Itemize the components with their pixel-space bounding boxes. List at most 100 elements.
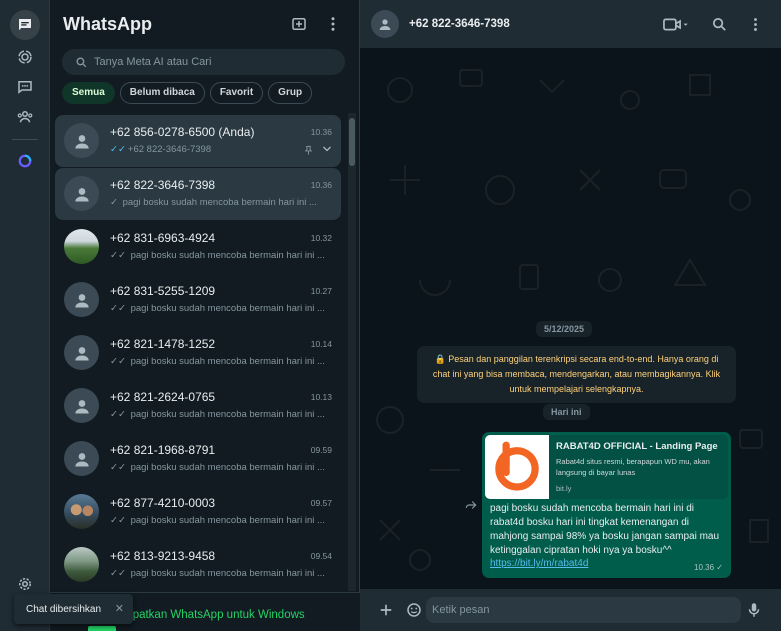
rail-divider [12,139,38,140]
scrollbar-thumb[interactable] [349,118,355,166]
read-receipt-icon: ✓✓ [110,144,126,155]
message-text: pagi bosku sudah mencoba bermain hari in… [490,503,720,556]
chat-row[interactable]: +62 877-4210-0003 09.57 ✓✓ pagi bosku su… [55,486,341,538]
close-icon[interactable]: ✕ [115,602,124,615]
new-chat-icon[interactable] [289,14,309,34]
search-input[interactable]: Tanya Meta AI atau Cari [62,49,345,75]
chat-list-header: WhatsApp [50,0,359,48]
sent-tick-icon: ✓ [110,197,118,208]
status-icon[interactable] [10,42,40,72]
chat-preview: ✓✓ pagi bosku sudah mencoba bermain hari… [110,250,325,261]
chat-name: +62 813-9213-9458 [110,549,216,563]
filter-unread[interactable]: Belum dibaca [119,82,205,104]
chat-row[interactable]: +62 821-1478-1252 10.14 ✓✓ pagi bosku su… [55,327,341,379]
conversation-panel: +62 822-3646-7398 5/12/2025 🔒 Pesan dan … [360,0,781,631]
compose-bar [360,589,781,631]
emoji-sticker-icon[interactable] [404,600,424,620]
double-tick-icon: ✓✓ [110,303,126,314]
conversation-header: +62 822-3646-7398 [360,0,781,48]
chat-row[interactable]: +62 822-3646-7398 10.36 ✓ pagi bosku sud… [55,168,341,220]
chat-name: +62 831-6963-4924 [110,231,216,245]
toast-text: Chat dibersihkan [26,603,102,615]
chat-time: 10.13 [310,392,332,402]
avatar [64,494,99,529]
chats-icon[interactable] [10,10,40,40]
link-preview-logo [485,435,549,499]
meta-ai-icon[interactable] [10,146,40,176]
search-icon [68,49,94,75]
video-call-icon[interactable] [660,16,690,33]
menu-icon[interactable] [747,16,764,33]
conversation-title[interactable]: +62 822-3646-7398 [409,18,510,30]
message-input[interactable] [426,597,741,623]
date-separator: 5/12/2025 [536,321,593,337]
toast-notification: Chat dibersihkan ✕ [14,594,133,624]
chat-row[interactable]: +62 813-9213-9458 09.54 ✓✓ pagi bosku su… [55,539,341,591]
chat-preview: ✓✓ pagi bosku sudah mencoba bermain hari… [110,515,325,526]
chat-time: 10.36 [310,127,332,137]
scrollbar[interactable] [348,113,356,591]
chat-time: 09.59 [310,445,332,455]
chat-preview: ✓ pagi bosku sudah mencoba bermain hari … [110,197,317,208]
chat-preview: ✓✓ pagi bosku sudah mencoba bermain hari… [110,303,325,314]
default-avatar-icon [64,282,99,317]
get-windows-app-link[interactable]: Dapatkan WhatsApp untuk Windows [118,609,305,621]
chat-row[interactable]: +62 831-5255-1209 10.27 ✓✓ pagi bosku su… [55,274,341,326]
link-preview-domain: bit.ly [556,484,572,493]
avatar [64,229,99,264]
chat-preview: ✓✓ pagi bosku sudah mencoba bermain hari… [110,409,325,420]
search-placeholder: Tanya Meta AI atau Cari [94,56,212,68]
double-tick-icon: ✓✓ [110,409,126,420]
chat-row-self[interactable]: +62 856-0278-6500 (Anda) 10.36 ✓✓ +62 822… [55,115,341,167]
link-preview[interactable]: RABAT4D OFFICIAL - Landing Page Rabat4d … [485,435,728,499]
app-title: WhatsApp [63,14,152,34]
pin-icon [303,145,314,158]
link-preview-title: RABAT4D OFFICIAL - Landing Page [556,441,718,452]
chat-time: 10.32 [310,233,332,243]
filter-chips: Semua Belum dibaca Favorit Grup [62,82,313,104]
double-tick-icon: ✓✓ [110,568,126,579]
forward-icon[interactable] [464,498,478,512]
chat-name: +62 856-0278-6500 (Anda) [110,125,255,139]
menu-icon[interactable] [323,14,343,34]
chat-time: 09.54 [310,551,332,561]
default-avatar-icon [64,176,99,211]
message-link[interactable]: https://bit.ly/m/rabat4d [490,558,588,569]
chat-time: 10.36 [310,180,332,190]
footer-accent [88,626,116,631]
chat-time: 09.57 [310,498,332,508]
chat-name: +62 821-2624-0765 [110,390,216,404]
filter-groups[interactable]: Grup [268,82,313,104]
chat-preview: ✓✓ pagi bosku sudah mencoba bermain hari… [110,568,325,579]
double-tick-icon: ✓✓ [110,356,126,367]
chat-preview: ✓✓ pagi bosku sudah mencoba bermain hari… [110,462,325,473]
navigation-rail [0,0,50,631]
default-avatar-icon[interactable] [371,10,399,38]
encryption-notice[interactable]: 🔒 Pesan dan panggilan terenkripsi secara… [417,346,736,403]
chat-row[interactable]: +62 831-6963-4924 10.32 ✓✓ pagi bosku su… [55,221,341,273]
default-avatar-icon [64,441,99,476]
default-avatar-icon [64,388,99,423]
link-preview-description: Rabat4d situs resmi, berapapun WD mu, ak… [556,457,710,477]
avatar [64,547,99,582]
double-tick-icon: ✓✓ [110,250,126,261]
chat-name: +62 821-1478-1252 [110,337,216,351]
communities-icon[interactable] [10,102,40,132]
attach-plus-icon[interactable] [376,600,396,620]
message-time: 10.36 ✓ [694,563,723,572]
default-avatar-icon [64,123,99,158]
chevron-down-icon[interactable] [321,143,333,155]
chat-row[interactable]: +62 821-2624-0765 10.13 ✓✓ pagi bosku su… [55,380,341,432]
double-tick-icon: ✓✓ [110,515,126,526]
filter-all[interactable]: Semua [62,82,115,104]
chat-row[interactable]: +62 821-1968-8791 09.59 ✓✓ pagi bosku su… [55,433,341,485]
microphone-icon[interactable] [744,600,764,620]
outgoing-message[interactable]: RABAT4D OFFICIAL - Landing Page Rabat4d … [482,432,731,578]
channels-icon[interactable] [10,72,40,102]
chat-time: 10.14 [310,339,332,349]
filter-favorites[interactable]: Favorit [209,82,264,104]
chat-list-panel: WhatsApp Tanya Meta AI atau Cari Semua B… [50,0,360,631]
search-icon[interactable] [711,16,728,33]
double-tick-icon: ✓✓ [110,462,126,473]
chat-name: +62 831-5255-1209 [110,284,216,298]
